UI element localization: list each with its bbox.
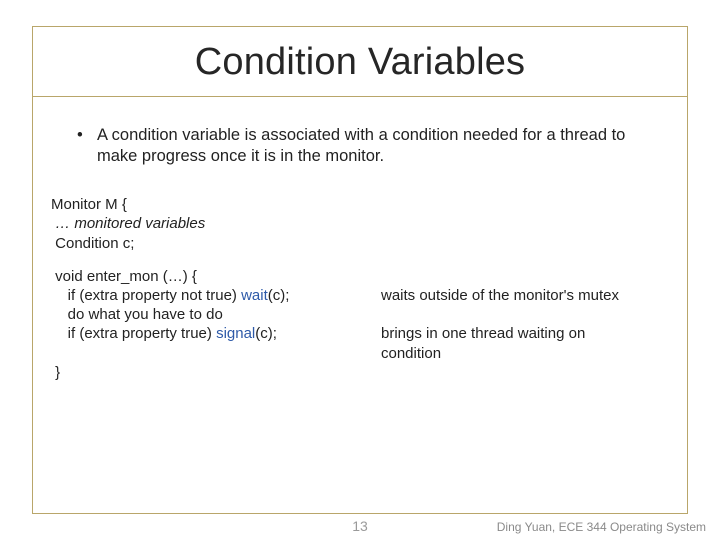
code-text: if (extra property not true) xyxy=(51,287,241,304)
bullet-text: A condition variable is associated with … xyxy=(97,125,649,167)
annotation-wait: waits outside of the monitor's mutex xyxy=(381,286,649,305)
function-block: void enter_mon (…) { if (extra property … xyxy=(51,267,649,382)
code-block: Monitor M { … monitored variables Condit… xyxy=(51,195,649,382)
code-line: Condition c; xyxy=(51,234,649,253)
code-line: … monitored variables xyxy=(51,214,649,233)
code-line: if (extra property true) signal(c); xyxy=(51,324,381,362)
code-line: } xyxy=(51,363,649,382)
code-row-wait: if (extra property not true) wait(c); wa… xyxy=(51,286,649,305)
code-line: void enter_mon (…) { xyxy=(51,267,649,286)
wait-call: wait xyxy=(241,287,268,304)
code-line: do what you have to do xyxy=(51,305,649,324)
code-line: if (extra property not true) wait(c); xyxy=(51,286,381,305)
slide-frame: Condition Variables • A condition variab… xyxy=(32,26,688,514)
code-text: if (extra property true) xyxy=(51,325,216,342)
code-row-signal: if (extra property true) signal(c); brin… xyxy=(51,324,649,362)
bullet-item: • A condition variable is associated wit… xyxy=(75,125,649,167)
bullet-marker: • xyxy=(75,125,97,167)
slide-title: Condition Variables xyxy=(33,27,687,96)
code-text: (c); xyxy=(255,325,277,342)
signal-call: signal xyxy=(216,325,255,342)
code-text: (c); xyxy=(268,287,290,304)
annotation-signal: brings in one thread waiting on conditio… xyxy=(381,324,649,362)
footer-credit: Ding Yuan, ECE 344 Operating System xyxy=(497,520,706,534)
slide-content: • A condition variable is associated wit… xyxy=(33,97,687,382)
slide: Condition Variables • A condition variab… xyxy=(0,0,720,540)
code-line: Monitor M { xyxy=(51,195,649,214)
